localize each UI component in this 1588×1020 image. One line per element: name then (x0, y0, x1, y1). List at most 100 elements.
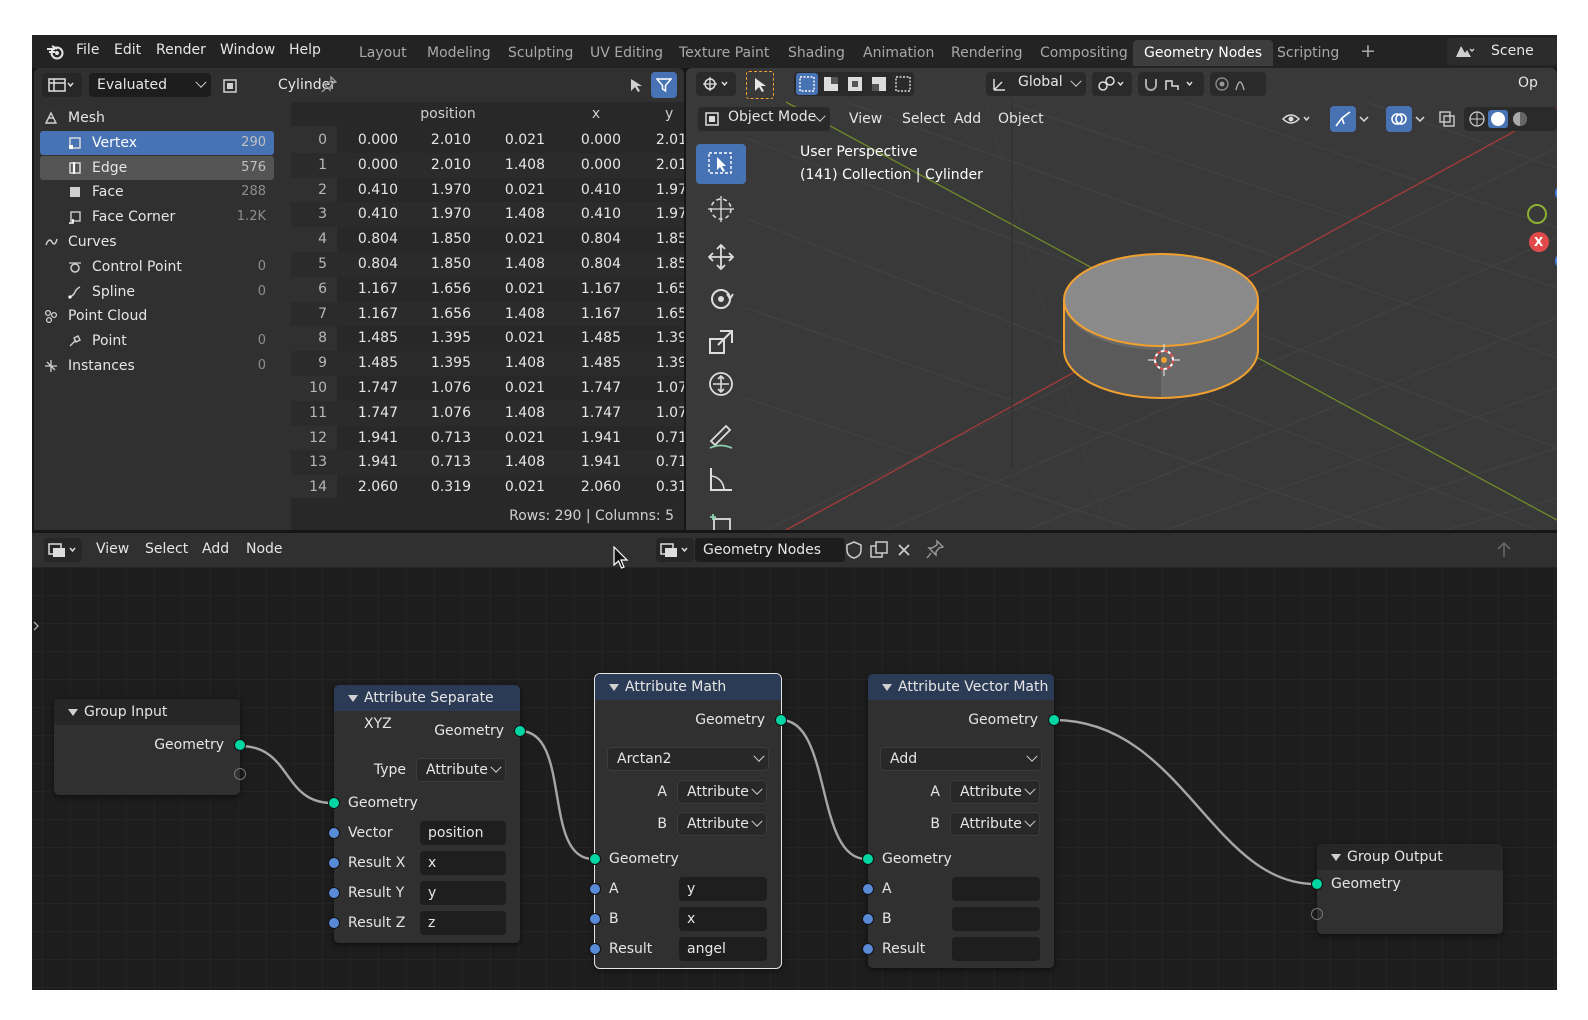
input-socket-b[interactable] (862, 913, 874, 925)
b-type-dropdown[interactable]: Attribute (950, 812, 1040, 836)
output-socket-geometry[interactable] (1048, 714, 1060, 726)
tab-rendering[interactable]: Rendering (940, 40, 1034, 66)
viewport-menu-object[interactable]: Object (992, 107, 1050, 131)
input-socket-result-x[interactable] (328, 857, 340, 869)
result-z-field[interactable]: z (420, 911, 506, 935)
chevron-down-icon[interactable] (1358, 114, 1370, 124)
gizmo-toggle-button[interactable] (1330, 106, 1356, 132)
input-socket-result[interactable] (862, 943, 874, 955)
tab-geometry-nodes[interactable]: Geometry Nodes (1133, 40, 1274, 66)
tree-item-mesh[interactable]: Mesh (40, 106, 274, 130)
tool-cursor[interactable] (696, 189, 746, 229)
sidebar-expand-icon[interactable] (32, 619, 42, 633)
output-socket-geometry[interactable] (514, 725, 526, 737)
input-socket-b[interactable] (589, 913, 601, 925)
output-socket-empty[interactable] (234, 768, 246, 780)
xray-icon[interactable] (1438, 110, 1456, 128)
filter-toggle-button[interactable] (651, 72, 677, 98)
mode-dropdown[interactable]: Object Mode (698, 107, 830, 131)
shading-mode-group[interactable] (1464, 107, 1557, 131)
selected-only-icon[interactable] (628, 77, 644, 93)
input-socket-result-z[interactable] (328, 917, 340, 929)
overlays-toggle-button[interactable] (1386, 106, 1412, 132)
tab-scripting[interactable]: Scripting (1266, 40, 1350, 66)
pin-icon[interactable] (321, 76, 337, 94)
3d-viewport[interactable]: X Z Global (686, 68, 1557, 530)
column-header-x[interactable]: x (559, 102, 633, 126)
tree-item-curves[interactable]: Curves (40, 230, 274, 254)
input-socket-geometry[interactable] (1311, 878, 1323, 890)
options-menu[interactable]: Op (1518, 75, 1538, 91)
node-attribute-separate-xyz[interactable]: Attribute Separate XYZ Geometry Type Att… (328, 685, 526, 943)
menu-file[interactable]: File (76, 42, 99, 58)
tree-item-edge[interactable]: Edge 576 (40, 155, 274, 180)
select-tool-button[interactable] (746, 71, 774, 99)
transform-orientation-dropdown[interactable]: Global (986, 72, 1086, 96)
blender-logo-icon[interactable] (46, 43, 64, 61)
tool-select-box[interactable] (696, 144, 746, 184)
input-socket-a[interactable] (589, 883, 601, 895)
tree-item-point-cloud[interactable]: Point Cloud (40, 304, 274, 328)
tree-item-control-point[interactable]: Control Point 0 (40, 255, 274, 279)
viewport-menu-view[interactable]: View (843, 107, 888, 131)
tree-item-spline[interactable]: Spline 0 (40, 280, 274, 304)
node-group-output[interactable]: Group Output Geometry (1311, 844, 1503, 934)
selection-mode-group[interactable] (794, 72, 914, 96)
viewport-menu-add[interactable]: Add (948, 107, 987, 131)
node-editor[interactable]: View Select Add Node Geometry Nodes Grou… (32, 533, 1557, 990)
math-operation-dropdown[interactable]: Arctan2 (607, 747, 769, 771)
result-attribute-field[interactable]: angel (679, 937, 767, 961)
column-header-y[interactable]: y (633, 102, 684, 126)
node-attribute-vector-math[interactable]: Attribute Vector Math Geometry Add A Att… (862, 674, 1060, 968)
tree-item-instances[interactable]: Instances 0 (40, 354, 274, 378)
tool-measure[interactable] (696, 459, 746, 499)
tool-move[interactable] (696, 237, 746, 277)
tree-item-vertex[interactable]: Vertex 290 (40, 130, 274, 155)
input-socket-a[interactable] (862, 883, 874, 895)
tab-compositing[interactable]: Compositing (1029, 40, 1139, 66)
menu-window[interactable]: Window (220, 42, 275, 58)
a-type-dropdown[interactable]: Attribute (677, 780, 767, 804)
tab-shading[interactable]: Shading (777, 40, 856, 66)
tool-annotate[interactable] (696, 416, 746, 456)
viewport-menu-select[interactable]: Select (896, 107, 951, 131)
output-socket-geometry[interactable] (775, 714, 787, 726)
result-y-field[interactable]: y (420, 881, 506, 905)
input-socket-result[interactable] (589, 943, 601, 955)
snapping-group[interactable] (1138, 72, 1204, 96)
tool-scale[interactable] (696, 322, 746, 362)
input-socket-vector[interactable] (328, 827, 340, 839)
a-attribute-field[interactable]: y (679, 877, 767, 901)
menu-render[interactable]: Render (156, 42, 206, 58)
b-type-dropdown[interactable]: Attribute (677, 812, 767, 836)
node-group-input[interactable]: Group Input Geometry (54, 699, 246, 795)
type-dropdown[interactable]: Attribute (416, 758, 506, 782)
input-socket-geometry[interactable] (862, 853, 874, 865)
tab-modeling[interactable]: Modeling (416, 40, 502, 66)
vector-attribute-field[interactable]: position (420, 821, 506, 845)
viewport-editor-type-button[interactable] (696, 72, 736, 96)
add-workspace-button[interactable]: + (1360, 40, 1376, 62)
tool-rotate[interactable] (696, 279, 746, 319)
pivot-point-dropdown[interactable] (1092, 72, 1132, 96)
tree-item-face[interactable]: Face 288 (40, 180, 274, 204)
tab-animation[interactable]: Animation (852, 40, 945, 66)
tree-item-point[interactable]: Point 0 (40, 329, 274, 353)
tree-item-face-corner[interactable]: Face Corner 1.2K (40, 205, 274, 229)
result-x-field[interactable]: x (420, 851, 506, 875)
tab-layout[interactable]: Layout (348, 40, 418, 66)
b-attribute-field[interactable] (952, 907, 1040, 931)
node-attribute-math[interactable]: Attribute Math Geometry Arctan2 A Attrib… (589, 673, 787, 969)
tool-add-cube[interactable] (696, 504, 746, 530)
proportional-editing-group[interactable] (1210, 72, 1266, 96)
result-attribute-field[interactable] (952, 937, 1040, 961)
tool-transform[interactable] (696, 364, 746, 404)
vector-operation-dropdown[interactable]: Add (880, 747, 1042, 771)
tab-texture-paint[interactable]: Texture Paint (668, 40, 780, 66)
input-socket-geometry[interactable] (328, 797, 340, 809)
evaluation-mode-dropdown[interactable]: Evaluated (89, 73, 211, 97)
tab-uv-editing[interactable]: UV Editing (579, 40, 674, 66)
output-socket-geometry[interactable] (234, 739, 246, 751)
b-attribute-field[interactable]: x (679, 907, 767, 931)
input-socket-empty[interactable] (1311, 908, 1323, 920)
